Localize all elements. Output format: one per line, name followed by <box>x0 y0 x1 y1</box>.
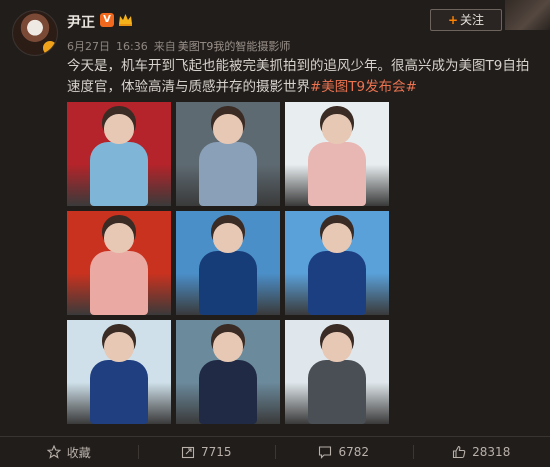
avatar[interactable] <box>12 10 58 56</box>
photo-racing-suit-camera[interactable] <box>67 320 171 424</box>
person-head <box>104 332 133 361</box>
photo-studio-desk[interactable] <box>176 102 280 206</box>
comment-button[interactable]: 6782 <box>275 437 413 467</box>
person-body <box>199 360 257 424</box>
crown-icon <box>118 13 133 27</box>
repost-button[interactable]: 7715 <box>138 437 276 467</box>
person-head <box>213 332 242 361</box>
photo-motorcycle-dome[interactable] <box>176 211 280 315</box>
person-head <box>322 332 351 361</box>
thumbs-up-icon <box>452 445 466 459</box>
action-bar: 收藏 7715 6782 28318 <box>0 436 550 467</box>
person-body <box>308 360 366 424</box>
post-text-main: 今天是，机车开到飞起也能被完美抓拍到的追风少年。很高兴成为美图T9自拍速度官，体… <box>67 58 529 95</box>
person-body <box>199 142 257 206</box>
repost-count: 7715 <box>201 445 232 459</box>
photo-grid <box>67 102 389 424</box>
photo-motorcycle-track[interactable] <box>285 211 389 315</box>
post-time[interactable]: 16:36 <box>116 40 148 53</box>
favorite-button[interactable]: 收藏 <box>0 437 138 467</box>
person-body <box>308 142 366 206</box>
photo-phone-shot[interactable] <box>285 320 389 424</box>
photo-red-backdrop[interactable] <box>67 211 171 315</box>
person-body <box>90 142 148 206</box>
repost-icon <box>181 445 195 459</box>
verified-icon: V <box>100 13 114 27</box>
username[interactable]: 尹正 <box>67 12 95 32</box>
follow-button[interactable]: +关注 <box>430 9 502 31</box>
person-head <box>213 114 242 143</box>
person-head <box>322 223 351 252</box>
person-body <box>90 251 148 315</box>
comment-icon <box>318 445 332 459</box>
avatar-verified-badge <box>42 40 58 56</box>
post-source[interactable]: 美图T9我的智能摄影师 <box>178 40 291 53</box>
corner-decoration <box>505 0 550 30</box>
source-prefix: 来自 <box>154 40 176 53</box>
plus-icon: + <box>448 13 458 27</box>
post-text: 今天是，机车开到飞起也能被完美抓拍到的追风少年。很高兴成为美图T9自拍速度官，体… <box>67 56 537 98</box>
star-icon <box>47 445 61 459</box>
person-body <box>199 251 257 315</box>
comment-count: 6782 <box>338 445 369 459</box>
like-button[interactable]: 28318 <box>413 437 550 467</box>
person-body <box>90 360 148 424</box>
person-head <box>213 223 242 252</box>
follow-label: 关注 <box>460 13 484 27</box>
person-head <box>104 223 133 252</box>
photo-red-sofa[interactable] <box>67 102 171 206</box>
hashtag-link[interactable]: #美图T9发布会# <box>310 79 417 95</box>
post-meta: 6月27日 16:36 来自美图T9我的智能摄影师 <box>67 38 296 54</box>
like-count: 28318 <box>472 445 510 459</box>
person-head <box>322 114 351 143</box>
post-date[interactable]: 6月27日 <box>67 40 110 53</box>
person-head <box>104 114 133 143</box>
photo-leaning-rider[interactable] <box>176 320 280 424</box>
favorite-label: 收藏 <box>67 444 91 461</box>
person-body <box>308 251 366 315</box>
photo-white-wall[interactable] <box>285 102 389 206</box>
